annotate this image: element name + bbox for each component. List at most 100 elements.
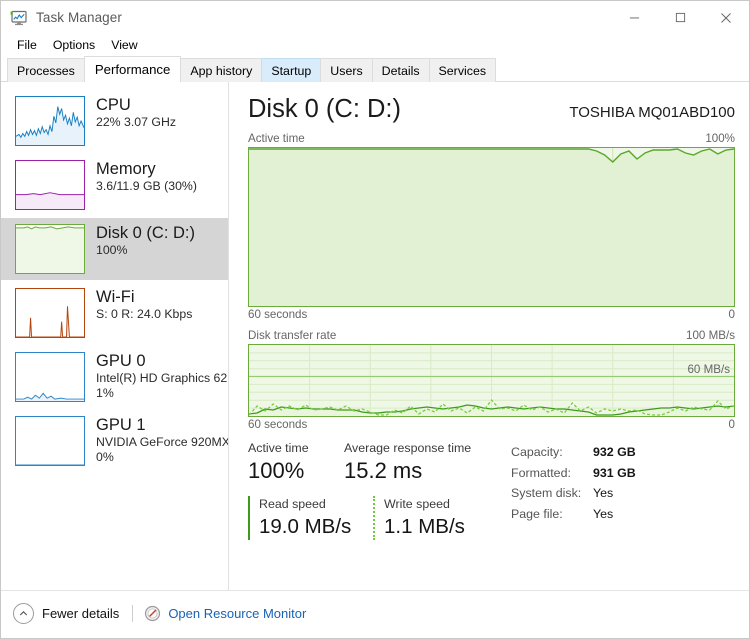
tab-processes[interactable]: Processes	[7, 58, 85, 82]
response-time-label: Average response time	[344, 441, 472, 455]
tab-services[interactable]: Services	[428, 58, 497, 82]
wifi-thumbnail	[15, 288, 85, 338]
sidebar-item-memory-text: Memory 3.6/11.9 GB (30%)	[96, 160, 197, 194]
transfer-rate-duration: 60 seconds	[248, 418, 308, 431]
speed-stats-row: Read speed 19.0 MB/s Write speed 1.1 MB/…	[248, 496, 498, 540]
performance-body: CPU 22% 3.07 GHz Memory 3.6/11.9 GB (30%…	[1, 82, 749, 590]
active-time-max: 100%	[705, 132, 735, 145]
sidebar-item-gpu0-text: GPU 0 Intel(R) HD Graphics 62 1%	[96, 352, 227, 401]
write-speed-stat: Write speed 1.1 MB/s	[373, 496, 498, 540]
primary-stats-row: Active time 100% Average response time 1…	[248, 440, 498, 486]
menu-view[interactable]: View	[103, 36, 145, 55]
menu-options[interactable]: Options	[45, 36, 103, 55]
sidebar-item-cpu-sub: 22% 3.07 GHz	[96, 115, 176, 129]
menu-file[interactable]: File	[9, 36, 45, 55]
sidebar-item-wifi-label: Wi-Fi	[96, 288, 135, 306]
chevron-up-circle-icon	[13, 602, 34, 624]
resource-monitor-icon	[144, 605, 161, 622]
transfer-rate-max: 100 MB/s	[686, 329, 735, 342]
sidebar-item-memory[interactable]: Memory 3.6/11.9 GB (30%)	[1, 154, 228, 216]
info-row: Capacity: 932 GB	[511, 442, 636, 463]
response-time-value: 15.2 ms	[344, 458, 423, 483]
system-disk-key: System disk:	[511, 486, 582, 500]
sidebar-item-wifi-sub: S: 0 R: 24.0 Kbps	[96, 307, 193, 321]
disk-info-list: Capacity: 932 GB Formatted: 931 GB Syste…	[511, 440, 636, 540]
maximize-icon[interactable]	[657, 1, 703, 34]
active-time-min: 0	[728, 308, 735, 321]
sidebar-item-gpu0-pct: 1%	[96, 386, 114, 400]
sidebar-item-gpu1-text: GPU 1 NVIDIA GeForce 920MX 0%	[96, 416, 228, 465]
sidebar-item-cpu[interactable]: CPU 22% 3.07 GHz	[1, 90, 228, 152]
transfer-rate-min: 0	[728, 418, 735, 431]
sidebar-item-gpu1-label: GPU 1	[96, 416, 146, 434]
info-row: System disk: Yes	[511, 483, 636, 504]
active-time-footer: 60 seconds 0	[248, 308, 735, 321]
response-time-stat: Average response time 15.2 ms	[344, 440, 471, 486]
minimize-icon[interactable]	[611, 1, 657, 34]
sidebar-item-memory-label: Memory	[96, 160, 156, 178]
transfer-rate-graph: 60 MB/s	[248, 344, 735, 417]
formatted-value: 931 GB	[593, 465, 636, 480]
tab-performance[interactable]: Performance	[83, 56, 182, 82]
sidebar-item-gpu0-label: GPU 0	[96, 352, 146, 370]
sidebar-item-gpu0[interactable]: GPU 0 Intel(R) HD Graphics 62 1%	[1, 346, 228, 408]
tab-details[interactable]: Details	[371, 58, 430, 82]
fewer-details-button[interactable]: Fewer details	[13, 602, 120, 624]
page-file-key: Page file:	[511, 506, 563, 521]
tab-strip: Processes Performance App history Startu…	[1, 56, 749, 82]
active-time-stat-label: Active time	[248, 441, 309, 455]
tab-startup[interactable]: Startup	[261, 58, 322, 82]
disk0-thumbnail	[15, 224, 85, 274]
tab-app-history[interactable]: App history	[180, 58, 263, 82]
fewer-details-label: Fewer details	[42, 605, 120, 621]
stats-left: Active time 100% Average response time 1…	[248, 440, 498, 540]
window-controls	[611, 1, 749, 34]
sidebar-item-memory-sub: 3.6/11.9 GB (30%)	[96, 179, 197, 193]
sidebar-item-gpu1-pct: 0%	[96, 450, 114, 464]
active-time-label: Active time	[248, 132, 305, 145]
disk-model: TOSHIBA MQ01ABD100	[569, 104, 735, 121]
disk-detail-panel: Disk 0 (C: D:) TOSHIBA MQ01ABD100 Active…	[228, 82, 749, 590]
sidebar-item-cpu-text: CPU 22% 3.07 GHz	[96, 96, 176, 130]
page-file-value: Yes	[593, 506, 614, 521]
transfer-rate-caption: Disk transfer rate 100 MB/s	[248, 329, 735, 342]
active-time-stat-value: 100%	[248, 458, 305, 483]
page-title: Disk 0 (C: D:)	[248, 95, 401, 123]
tab-users[interactable]: Users	[320, 58, 373, 82]
task-manager-icon	[10, 10, 28, 26]
gpu1-thumbnail	[15, 416, 85, 466]
sidebar-item-gpu1[interactable]: GPU 1 NVIDIA GeForce 920MX 0%	[1, 410, 228, 472]
panel-header: Disk 0 (C: D:) TOSHIBA MQ01ABD100	[248, 94, 735, 124]
open-resource-monitor-link[interactable]: Open Resource Monitor	[144, 605, 306, 622]
stats-area: Active time 100% Average response time 1…	[248, 440, 735, 540]
close-icon[interactable]	[703, 1, 749, 34]
formatted-key: Formatted:	[511, 465, 571, 480]
open-resource-monitor-label: Open Resource Monitor	[168, 605, 307, 621]
sidebar-item-disk0-text: Disk 0 (C: D:) 100%	[96, 224, 195, 258]
info-row: Page file: Yes	[511, 504, 636, 525]
capacity-value: 932 GB	[593, 445, 636, 459]
sidebar-item-gpu0-sub: Intel(R) HD Graphics 62	[96, 371, 228, 385]
info-row: Formatted: 931 GB	[511, 463, 636, 484]
sidebar-item-wifi[interactable]: Wi-Fi S: 0 R: 24.0 Kbps	[1, 282, 228, 344]
gpu0-thumbnail	[15, 352, 85, 402]
write-speed-value: 1.1 MB/s	[384, 515, 465, 538]
active-time-caption: Active time 100%	[248, 132, 735, 145]
memory-thumbnail	[15, 160, 85, 210]
task-manager-window: Task Manager File Options View Processes…	[0, 0, 750, 639]
menu-bar: File Options View	[1, 34, 749, 57]
system-disk-value: Yes	[593, 486, 614, 500]
read-speed-stat: Read speed 19.0 MB/s	[248, 496, 373, 540]
cpu-thumbnail	[15, 96, 85, 146]
sidebar-item-disk0[interactable]: Disk 0 (C: D:) 100%	[1, 218, 228, 280]
transfer-rate-label: Disk transfer rate	[248, 329, 337, 342]
sidebar-item-wifi-text: Wi-Fi S: 0 R: 24.0 Kbps	[96, 288, 192, 322]
sidebar-item-disk0-sub: 100%	[96, 243, 128, 257]
sidebar-item-disk0-label: Disk 0 (C: D:)	[96, 224, 195, 242]
active-time-stat: Active time 100%	[248, 440, 344, 486]
read-speed-label: Read speed	[259, 497, 326, 511]
write-speed-label: Write speed	[384, 497, 450, 511]
transfer-rate-inline-label: 60 MB/s	[687, 363, 730, 376]
active-time-graph	[248, 147, 735, 307]
window-title: Task Manager	[36, 10, 122, 25]
